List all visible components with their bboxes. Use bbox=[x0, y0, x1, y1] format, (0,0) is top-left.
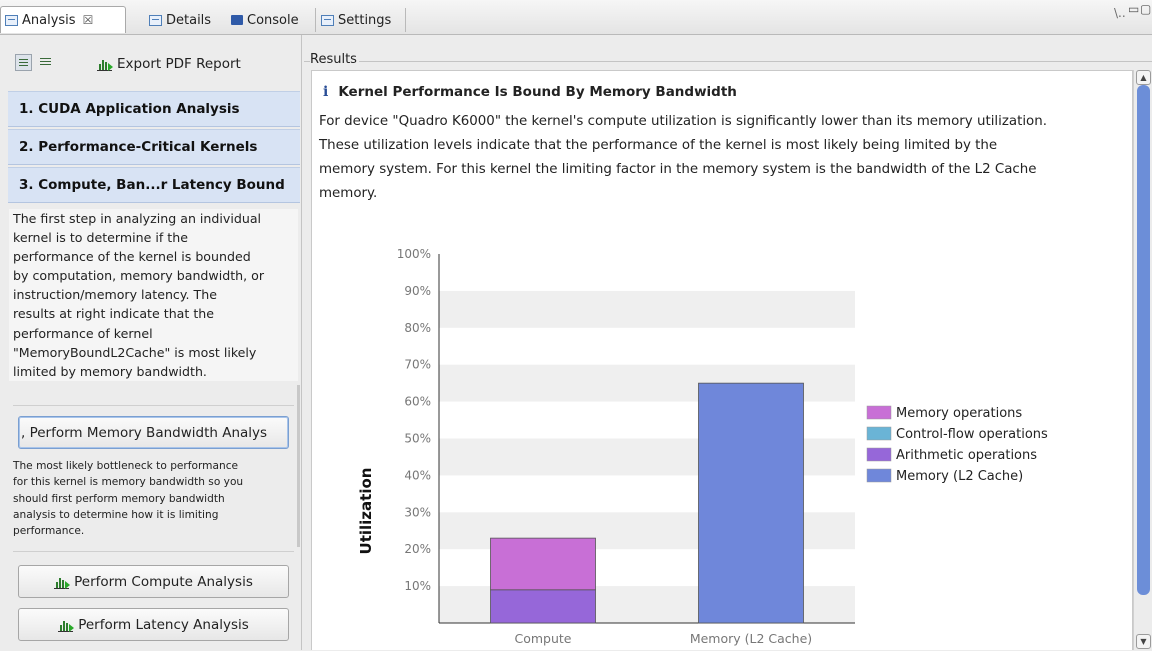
tab-separator bbox=[405, 8, 406, 32]
unguided-mode-icon[interactable] bbox=[37, 54, 54, 71]
legend-swatch bbox=[866, 468, 892, 483]
tab-settings[interactable]: Settings bbox=[316, 6, 404, 33]
legend-swatch bbox=[866, 426, 892, 441]
analysis-sidebar: Export PDF Report 1. CUDA Application An… bbox=[0, 35, 302, 650]
tab-analysis-label: Analysis bbox=[22, 12, 76, 28]
y-tick-label: 30% bbox=[404, 505, 431, 519]
divider bbox=[13, 405, 294, 406]
section-label: 3. Compute, Ban...r Latency Bound bbox=[19, 177, 285, 193]
legend-label: Arithmetic operations bbox=[896, 448, 1037, 463]
note-line: for this kernel is memory bandwidth so y… bbox=[13, 476, 244, 489]
settings-tab-icon bbox=[321, 14, 334, 26]
perform-latency-analysis-button[interactable]: Perform Latency Analysis bbox=[18, 608, 289, 641]
maximize-button[interactable]: ▢ bbox=[1140, 2, 1151, 16]
minimize-button[interactable]: ▭ bbox=[1128, 2, 1139, 16]
tab-console[interactable]: Console bbox=[226, 6, 314, 33]
utilization-chart: 10% 20% 30% 40% 50% 60% 70% 80% 90% 100% Compute M… bbox=[357, 247, 1048, 646]
sidebar-scrollbar[interactable] bbox=[297, 385, 300, 547]
section-performance-critical-kernels[interactable]: 2. Performance-Critical Kernels bbox=[8, 129, 300, 165]
description-line: results at right indicate that the bbox=[13, 306, 214, 322]
results-panel: i Kernel Performance Is Bound By Memory … bbox=[311, 70, 1133, 650]
y-tick-label: 70% bbox=[404, 358, 431, 372]
note-line: should first perform memory bandwidth bbox=[13, 492, 225, 505]
results-group-label: Results bbox=[310, 52, 359, 67]
scroll-down-button[interactable]: ▼ bbox=[1136, 634, 1151, 649]
editor-tab-bar: Analysis ☒ Details Console Settings \.. … bbox=[0, 0, 1152, 35]
guided-mode-icon[interactable] bbox=[15, 54, 32, 71]
tab-details-label: Details bbox=[166, 12, 212, 28]
details-tab-icon bbox=[149, 14, 162, 26]
description-line: performance of the kernel is bounded bbox=[13, 249, 251, 265]
export-chart-icon bbox=[97, 57, 113, 71]
note-line: analysis to determine how it is limiting bbox=[13, 508, 219, 521]
bar-memory-operations bbox=[490, 537, 596, 591]
description-line: kernel is to determine if the bbox=[13, 230, 188, 246]
section-cuda-application-analysis[interactable]: 1. CUDA Application Analysis bbox=[8, 91, 300, 127]
y-tick-label: 90% bbox=[404, 284, 431, 298]
export-pdf-report-label: Export PDF Report bbox=[117, 56, 241, 72]
results-scrollbar[interactable]: ▲ ▼ bbox=[1133, 70, 1152, 650]
compute-chart-icon bbox=[54, 575, 71, 589]
scroll-up-button[interactable]: ▲ bbox=[1136, 70, 1151, 85]
note-line: The most likely bottleneck to performanc… bbox=[13, 460, 239, 472]
legend-swatch bbox=[866, 405, 892, 420]
x-category-label: Compute bbox=[514, 631, 571, 646]
description-line: by computation, memory bandwidth, or bbox=[13, 268, 265, 284]
section-label: 2. Performance-Critical Kernels bbox=[19, 139, 258, 155]
description-line: instruction/memory latency. The bbox=[13, 287, 217, 303]
y-tick-label: 40% bbox=[404, 468, 431, 482]
y-tick-label: 60% bbox=[404, 395, 431, 409]
tab-details[interactable]: Details bbox=[144, 6, 224, 33]
tab-console-label: Console bbox=[247, 12, 299, 28]
console-tab-icon bbox=[231, 15, 243, 25]
section-compute-bandwidth-latency[interactable]: 3. Compute, Ban...r Latency Bound bbox=[8, 167, 300, 203]
legend-label: Control-flow operations bbox=[896, 427, 1048, 442]
perform-memory-bandwidth-label: , Perform Memory Bandwidth Analys bbox=[21, 424, 268, 441]
x-category-label: Memory (L2 Cache) bbox=[690, 631, 812, 646]
tab-analysis[interactable]: Analysis ☒ bbox=[0, 6, 126, 33]
y-tick-label: 20% bbox=[404, 542, 431, 556]
view-menu-overflow[interactable]: \.. bbox=[1114, 6, 1126, 20]
perform-latency-analysis-label: Perform Latency Analysis bbox=[78, 616, 249, 633]
grid-band bbox=[439, 290, 855, 328]
section-label: 1. CUDA Application Analysis bbox=[19, 101, 240, 117]
description-line: "MemoryBoundL2Cache" is most likely bbox=[13, 344, 257, 360]
description-line: The first step in analyzing an individua… bbox=[13, 211, 262, 226]
legend-label: Memory operations bbox=[896, 406, 1022, 421]
perform-memory-bandwidth-analysis-button[interactable]: , Perform Memory Bandwidth Analys bbox=[18, 416, 289, 449]
y-tick-label: 100% bbox=[397, 247, 431, 261]
perform-compute-analysis-button[interactable]: Perform Compute Analysis bbox=[18, 565, 289, 598]
legend-label: Memory (L2 Cache) bbox=[896, 469, 1023, 484]
close-tab-icon[interactable]: ☒ bbox=[83, 13, 94, 27]
y-tick-label: 50% bbox=[404, 432, 431, 446]
description-line: limited by memory bandwidth. bbox=[13, 363, 207, 379]
y-tick-label: 10% bbox=[404, 579, 431, 593]
y-tick-label: 80% bbox=[404, 321, 431, 335]
legend-swatch bbox=[866, 447, 892, 462]
note-line: performance. bbox=[13, 525, 85, 538]
analysis-tab-icon bbox=[5, 14, 18, 26]
description-line: performance of kernel bbox=[13, 325, 153, 341]
perform-compute-analysis-label: Perform Compute Analysis bbox=[74, 573, 253, 590]
export-pdf-report-button[interactable]: Export PDF Report bbox=[97, 56, 241, 72]
tab-settings-label: Settings bbox=[338, 12, 392, 28]
bar-memory-l2-cache- bbox=[698, 382, 804, 624]
scroll-thumb[interactable] bbox=[1137, 85, 1150, 595]
bar-arithmetic-operations bbox=[490, 589, 596, 624]
y-axis-label: Utilization bbox=[357, 468, 375, 555]
divider bbox=[13, 551, 294, 552]
sidebar-toolbar: Export PDF Report bbox=[0, 35, 301, 78]
analysis-description: The first step in analyzing an individua… bbox=[9, 209, 298, 381]
latency-chart-icon bbox=[58, 618, 75, 632]
memory-bandwidth-note: The most likely bottleneck to performanc… bbox=[9, 458, 298, 539]
